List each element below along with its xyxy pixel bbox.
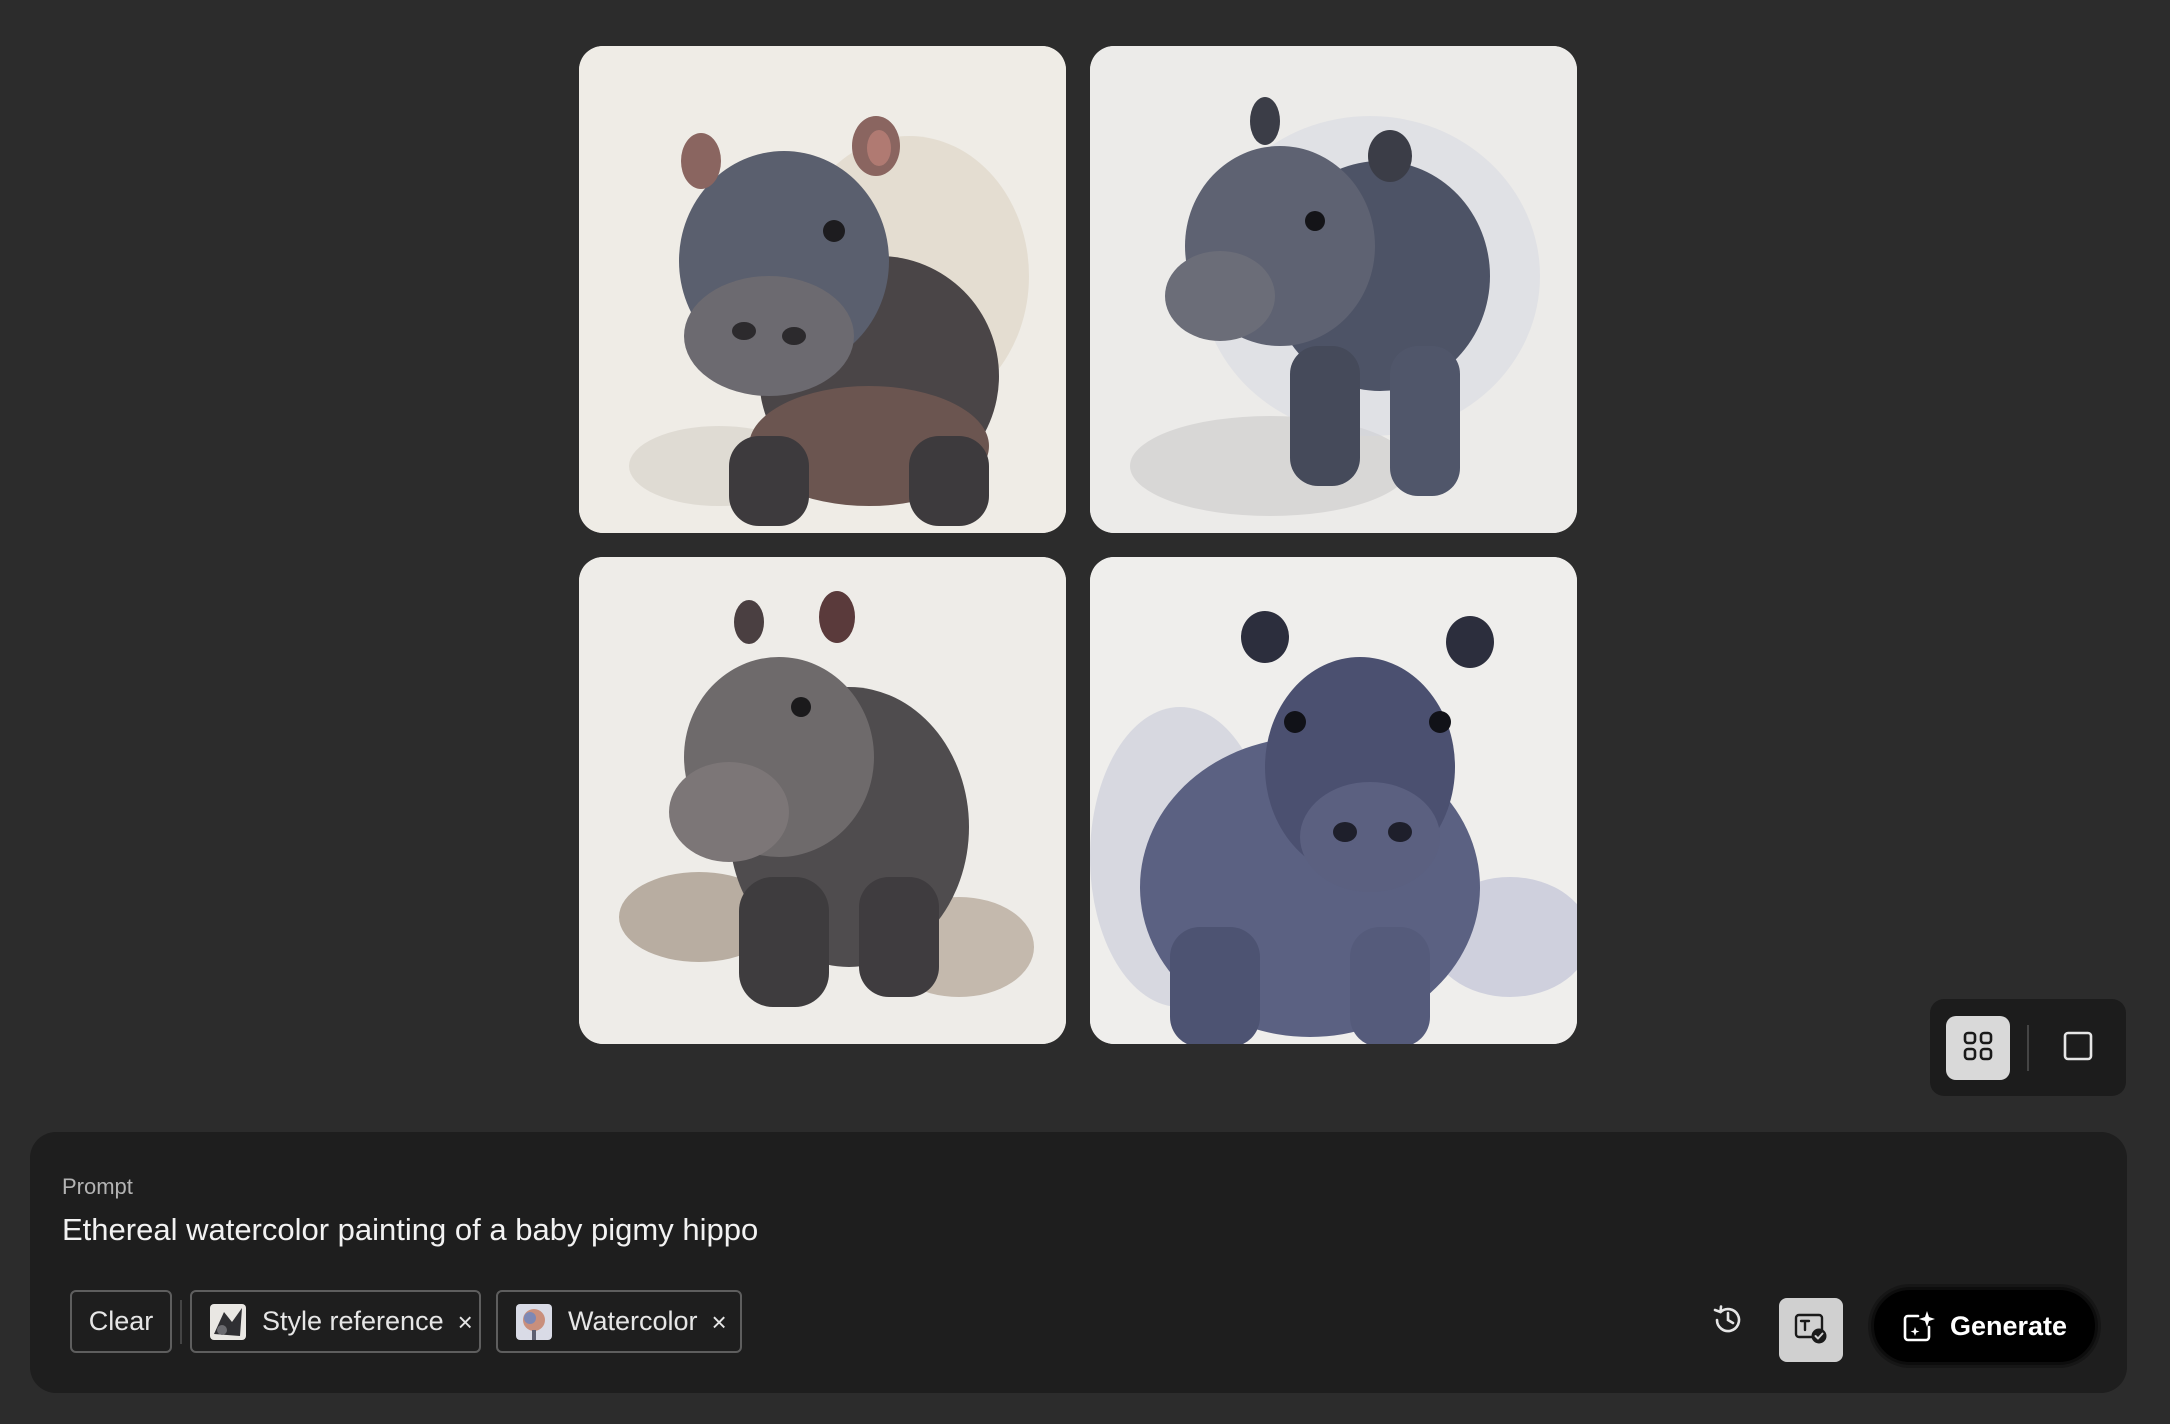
prompt-label: Prompt (62, 1174, 133, 1199)
hippo-image-4 (1090, 557, 1577, 1044)
clear-button[interactable]: Clear (70, 1290, 172, 1353)
content-credentials-button[interactable] (1779, 1298, 1843, 1362)
style-reference-thumbnail (210, 1303, 246, 1340)
generate-button[interactable]: Generate (1871, 1287, 2098, 1365)
clear-button-label: Clear (88, 1306, 154, 1336)
watercolor-chip[interactable]: Watercolor × (496, 1290, 742, 1353)
view-toggle-divider (2027, 1025, 2029, 1071)
generated-image-4[interactable] (1090, 557, 1577, 1044)
hippo-image-2 (1090, 46, 1577, 533)
grid-view-icon (1962, 1030, 1994, 1067)
history-button[interactable] (1703, 1297, 1753, 1347)
content-credentials-icon (1793, 1310, 1829, 1351)
app-canvas: Prompt Ethereal watercolor painting of a… (0, 0, 2170, 1424)
chip-divider (180, 1300, 182, 1344)
single-view-icon (2062, 1030, 2094, 1067)
generate-button-label: Generate (1949, 1310, 2068, 1341)
watercolor-thumbnail (516, 1303, 552, 1340)
generate-sparkle-icon (1902, 1309, 1936, 1343)
watercolor-label: Watercolor (568, 1306, 698, 1336)
style-reference-chip[interactable]: Style reference × (190, 1290, 481, 1353)
remove-watercolor-icon[interactable]: × (712, 1309, 727, 1335)
style-reference-label: Style reference (262, 1306, 444, 1336)
prompt-panel: Prompt Ethereal watercolor painting of a… (30, 1132, 2127, 1393)
generated-image-2[interactable] (1090, 46, 1577, 533)
view-mode-toggle (1930, 999, 2126, 1096)
generated-image-3[interactable] (579, 557, 1066, 1044)
grid-view-button[interactable] (1946, 1016, 2010, 1080)
hippo-image-3 (579, 557, 1066, 1044)
hippo-image-1 (579, 46, 1066, 533)
single-view-button[interactable] (2046, 1016, 2110, 1080)
remove-style-reference-icon[interactable]: × (458, 1309, 473, 1335)
history-icon (1710, 1302, 1746, 1343)
prompt-input[interactable]: Ethereal watercolor painting of a baby p… (62, 1212, 758, 1248)
generated-image-1[interactable] (579, 46, 1066, 533)
